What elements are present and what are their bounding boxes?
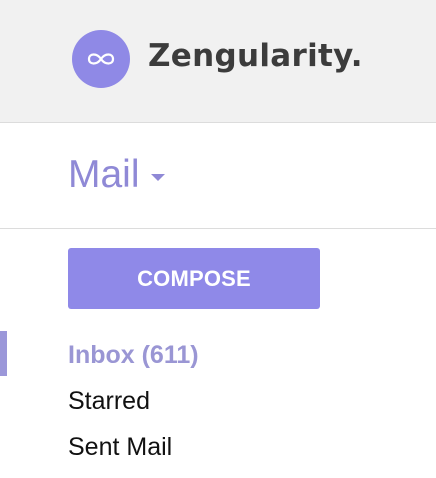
nav-item-inbox[interactable]: Inbox (611) xyxy=(68,341,199,370)
active-nav-indicator xyxy=(0,331,7,376)
mail-title: Mail xyxy=(68,153,140,196)
infinity-icon xyxy=(87,53,115,65)
mail-dropdown[interactable]: Mail xyxy=(68,153,165,197)
mail-toolbar: Mail xyxy=(0,123,436,229)
nav-item-sent-mail[interactable]: Sent Mail xyxy=(68,433,172,462)
nav-item-starred[interactable]: Starred xyxy=(68,387,150,416)
compose-button[interactable]: COMPOSE xyxy=(68,248,320,309)
app-header: Zengularity. xyxy=(0,0,436,123)
logo[interactable] xyxy=(72,30,130,88)
brand-name: Zengularity. xyxy=(148,38,363,74)
caret-down-icon xyxy=(150,173,165,181)
